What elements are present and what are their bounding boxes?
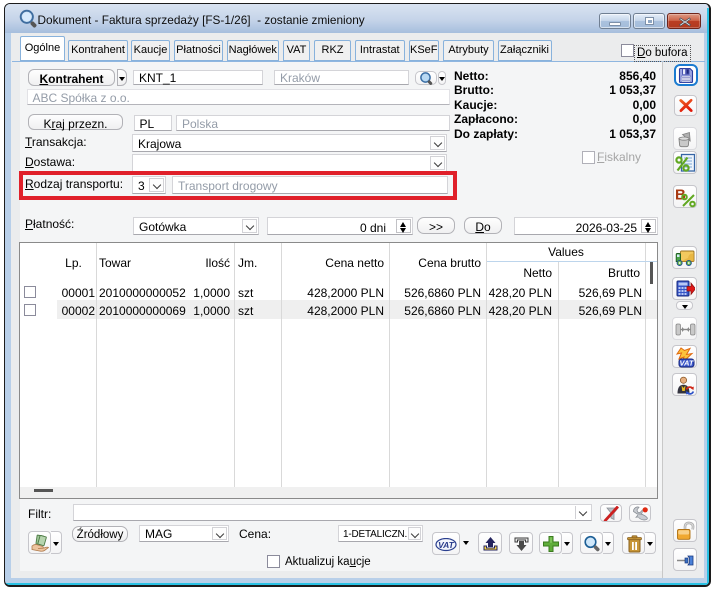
svg-text:VAT: VAT: [680, 359, 695, 368]
svg-text:VAT: VAT: [438, 540, 455, 550]
